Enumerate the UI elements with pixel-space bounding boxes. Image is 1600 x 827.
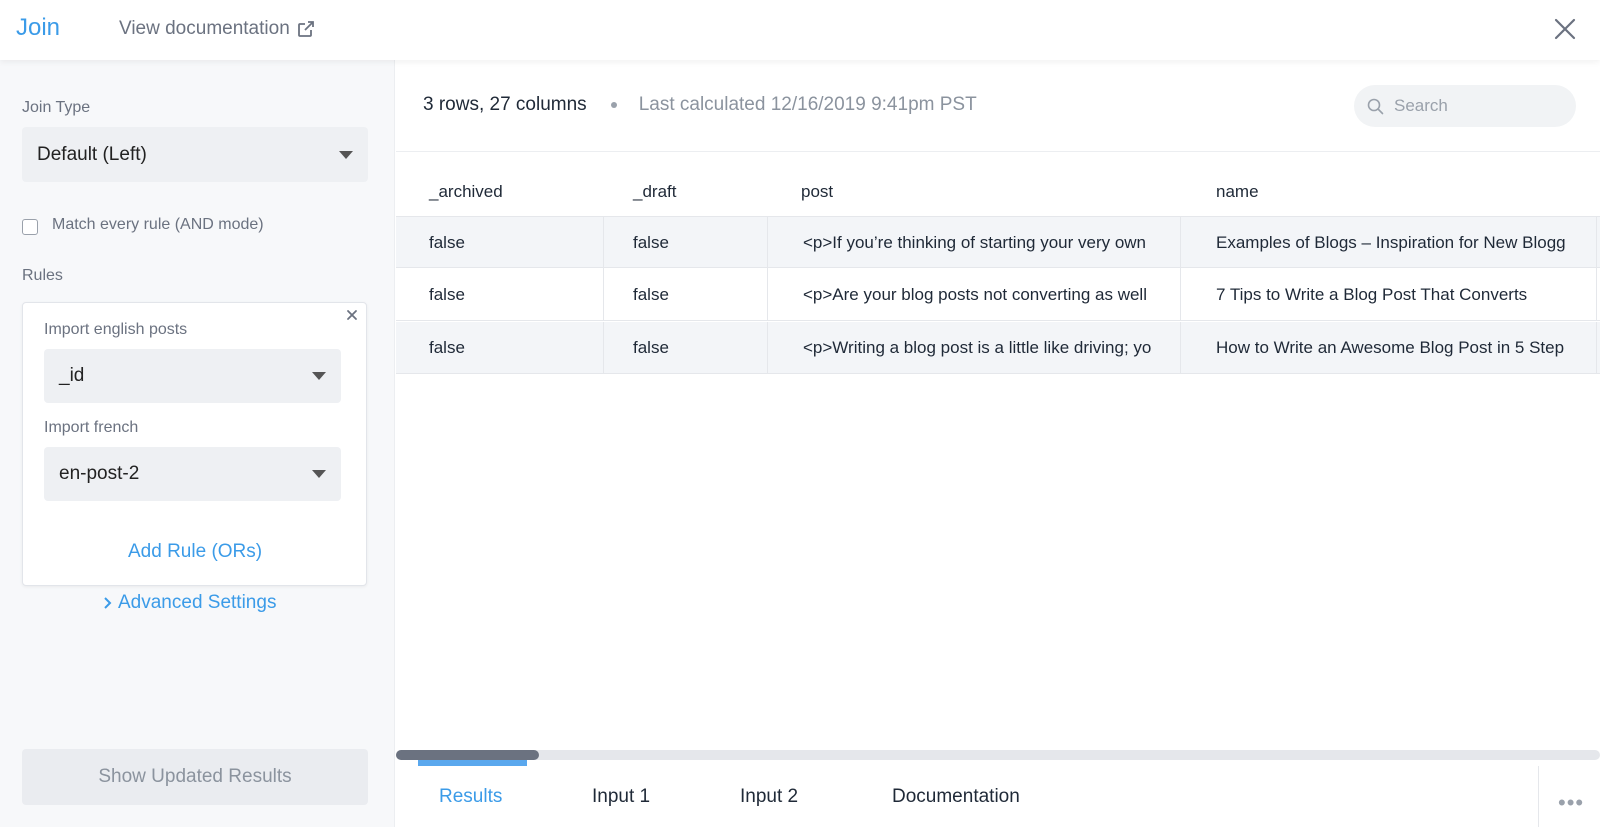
rules-label: Rules <box>22 267 63 284</box>
tabs-divider <box>1538 766 1539 827</box>
table-cell: false <box>429 285 465 304</box>
chevron-right-icon <box>104 597 112 609</box>
table-row[interactable]: false false <p>Are your blog posts not c… <box>396 269 1600 321</box>
view-documentation-label: View documentation <box>119 18 290 39</box>
remove-rule-icon[interactable] <box>344 307 360 323</box>
close-icon[interactable] <box>1552 16 1578 42</box>
chevron-down-icon <box>312 372 326 380</box>
advanced-settings-toggle[interactable]: Advanced Settings <box>102 592 276 614</box>
advanced-settings-label: Advanced Settings <box>118 592 277 613</box>
join-type-select[interactable]: Default (Left) <box>22 127 368 182</box>
column-header-archived[interactable]: _archived <box>429 182 503 202</box>
scrollbar-thumb[interactable] <box>396 750 539 760</box>
table-cell: <p>If you’re thinking of starting your v… <box>803 233 1147 252</box>
column-divider <box>767 322 768 374</box>
column-divider <box>603 269 604 321</box>
column-header-name[interactable]: name <box>1216 182 1259 202</box>
results-table: _archived _draft post name false false <… <box>396 152 1600 737</box>
column-divider <box>603 322 604 374</box>
join-type-value: Default (Left) <box>37 143 147 165</box>
column-divider <box>1180 322 1181 374</box>
tab-input-1[interactable]: Input 1 <box>592 786 650 808</box>
table-row[interactable]: false false <p>If you’re thinking of sta… <box>396 216 1600 269</box>
search-icon <box>1367 98 1384 114</box>
active-tab-indicator <box>418 760 527 766</box>
rule-right-label: Import french <box>44 419 139 436</box>
join-type-label: Join Type <box>22 99 91 116</box>
chevron-down-icon <box>312 470 326 478</box>
modal-header: Join View documentation <box>0 0 1600 60</box>
page-title: Join <box>16 14 61 41</box>
column-divider <box>767 269 768 321</box>
table-cell: false <box>429 338 465 357</box>
table-cell: false <box>429 233 465 252</box>
table-cell: How to Write an Awesome Blog Post in 5 S… <box>1216 338 1565 357</box>
table-cell: 7 Tips to Write a Blog Post That Convert… <box>1216 285 1528 304</box>
separator-dot <box>610 102 617 108</box>
table-cell: <p>Are your blog posts not converting as… <box>803 285 1147 304</box>
column-divider <box>767 217 768 269</box>
match-every-rule-label: Match every rule (AND mode) <box>52 216 264 233</box>
view-documentation-link[interactable]: View documentation <box>119 18 316 40</box>
more-options-icon[interactable]: ••• <box>1558 790 1584 816</box>
join-settings-panel: Join Type Default (Left) Match every rul… <box>0 60 395 827</box>
column-divider <box>603 217 604 269</box>
tab-input-2[interactable]: Input 2 <box>740 786 798 808</box>
results-tabs: Results Input 1 Input 2 Documentation ••… <box>396 760 1600 827</box>
external-link-icon <box>297 21 314 37</box>
last-calculated: Last calculated 12/16/2019 9:41pm PST <box>638 94 977 115</box>
table-cell: false <box>633 338 669 357</box>
column-divider <box>1180 269 1181 321</box>
match-every-rule-checkbox[interactable] <box>22 219 38 235</box>
rows-columns-count: 3 rows, 27 columns <box>423 94 587 115</box>
search-box[interactable] <box>1354 85 1576 127</box>
column-divider <box>1596 217 1597 269</box>
table-cell: <p>Writing a blog post is a little like … <box>803 338 1152 357</box>
tab-documentation[interactable]: Documentation <box>892 786 1020 808</box>
column-divider <box>1596 269 1597 321</box>
chevron-down-icon <box>339 150 353 159</box>
add-rule-button[interactable]: Add Rule (ORs) <box>128 541 262 563</box>
results-summary: 3 rows, 27 columns Last calculated 12/16… <box>423 94 977 116</box>
rule-left-label: Import english posts <box>44 321 188 338</box>
rule-right-value: en-post-2 <box>59 463 140 484</box>
column-divider <box>1180 217 1181 269</box>
rule-left-select[interactable]: _id <box>44 349 341 403</box>
tab-results[interactable]: Results <box>439 786 502 808</box>
column-divider <box>1596 322 1597 374</box>
table-cell: false <box>633 233 669 252</box>
table-cell: false <box>633 285 669 304</box>
table-row[interactable]: false false <p>Writing a blog post is a … <box>396 322 1600 374</box>
horizontal-scrollbar[interactable] <box>396 750 1600 760</box>
column-header-draft[interactable]: _draft <box>633 182 676 202</box>
search-input[interactable] <box>1394 96 1564 116</box>
column-header-post[interactable]: post <box>801 182 833 202</box>
rule-left-value: _id <box>59 365 85 386</box>
results-panel: 3 rows, 27 columns Last calculated 12/16… <box>396 60 1600 827</box>
table-cell: Examples of Blogs – Inspiration for New … <box>1216 233 1566 252</box>
rule-right-select[interactable]: en-post-2 <box>44 447 341 501</box>
show-updated-results-button[interactable]: Show Updated Results <box>22 749 368 805</box>
